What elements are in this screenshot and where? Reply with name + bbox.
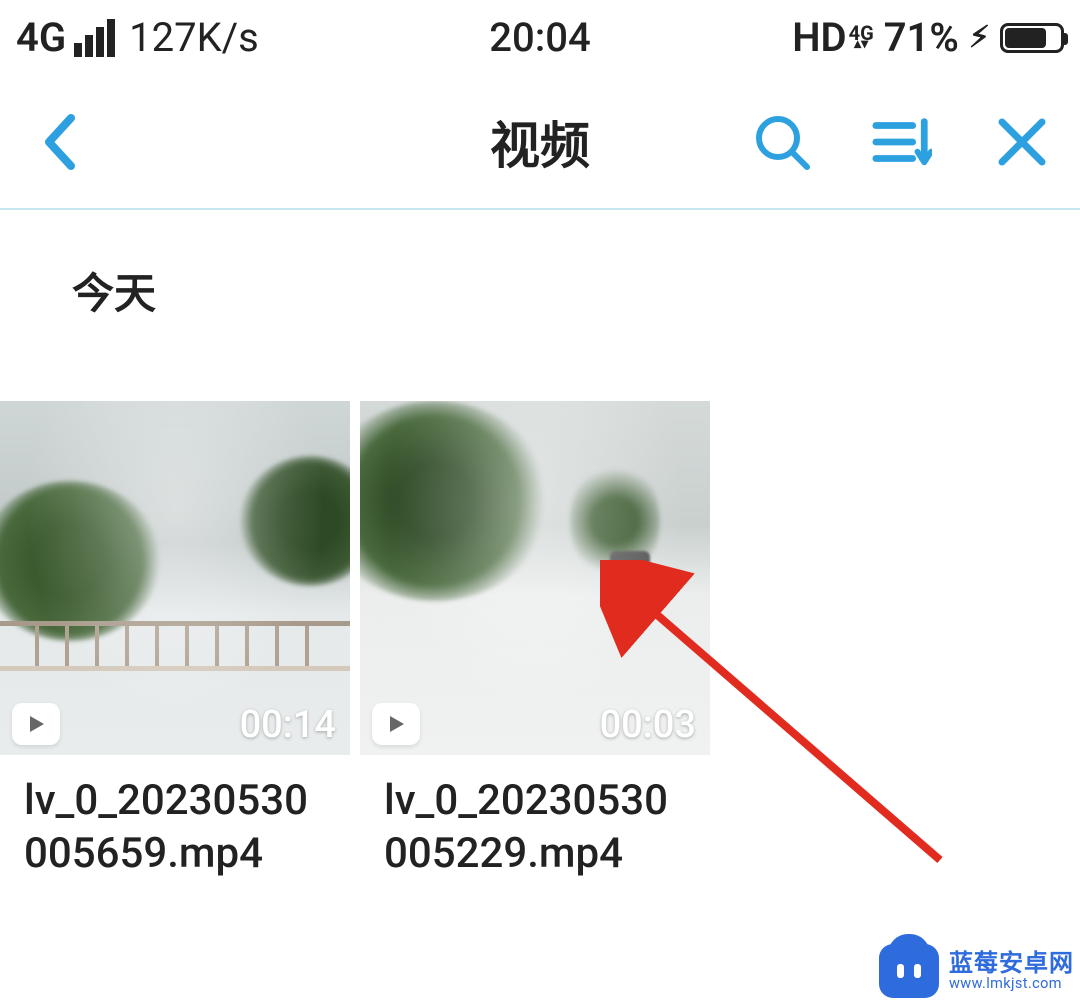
video-thumbnail: 00:14	[0, 401, 350, 755]
play-icon	[372, 703, 420, 745]
watermark-url: www.lmkjst.com	[949, 976, 1074, 991]
hd-indicator: HD	[792, 14, 846, 61]
battery-icon	[1000, 23, 1064, 53]
network-speed: 127K/s	[129, 14, 259, 61]
watermark-logo-icon	[879, 944, 939, 998]
chevron-left-icon	[39, 112, 81, 172]
play-icon	[12, 703, 60, 745]
battery-percent: 71%	[884, 14, 959, 61]
search-button[interactable]	[752, 112, 812, 172]
network-type: 4G	[16, 14, 66, 61]
video-filename: lv_0_20230530005659.mp4	[0, 755, 350, 880]
close-button[interactable]	[992, 112, 1052, 172]
video-grid: 00:14 lv_0_20230530005659.mp4 00:03 lv_0…	[0, 401, 1080, 880]
video-filename: lv_0_20230530005229.mp4	[360, 755, 710, 880]
video-item[interactable]: 00:03 lv_0_20230530005229.mp4	[360, 401, 710, 880]
status-left: 4G 127K/s	[16, 14, 259, 61]
watermark-title: 蓝莓安卓网	[949, 951, 1074, 976]
watermark: 蓝莓安卓网 www.lmkjst.com	[879, 944, 1074, 998]
sort-button[interactable]	[872, 112, 932, 172]
clock: 20:04	[489, 14, 590, 61]
video-duration: 00:03	[600, 703, 696, 747]
app-bar: 视频	[0, 75, 1080, 210]
status-right: HD 4G ▴▾ 71% ⚡︎	[792, 14, 1064, 61]
status-bar: 4G 127K/s 20:04 HD 4G ▴▾ 71% ⚡︎	[0, 0, 1080, 75]
video-duration: 00:14	[240, 703, 336, 747]
secondary-network-icon: 4G ▴▾	[849, 26, 874, 50]
close-icon	[996, 116, 1048, 168]
search-icon	[753, 113, 811, 171]
video-thumbnail: 00:03	[360, 401, 710, 755]
signal-icon	[74, 19, 115, 57]
back-button[interactable]	[30, 112, 90, 172]
charging-icon: ⚡︎	[969, 20, 990, 55]
page-title: 视频	[490, 106, 590, 178]
section-header-today: 今天	[0, 210, 1080, 361]
video-item[interactable]: 00:14 lv_0_20230530005659.mp4	[0, 401, 350, 880]
sort-icon	[872, 115, 932, 169]
